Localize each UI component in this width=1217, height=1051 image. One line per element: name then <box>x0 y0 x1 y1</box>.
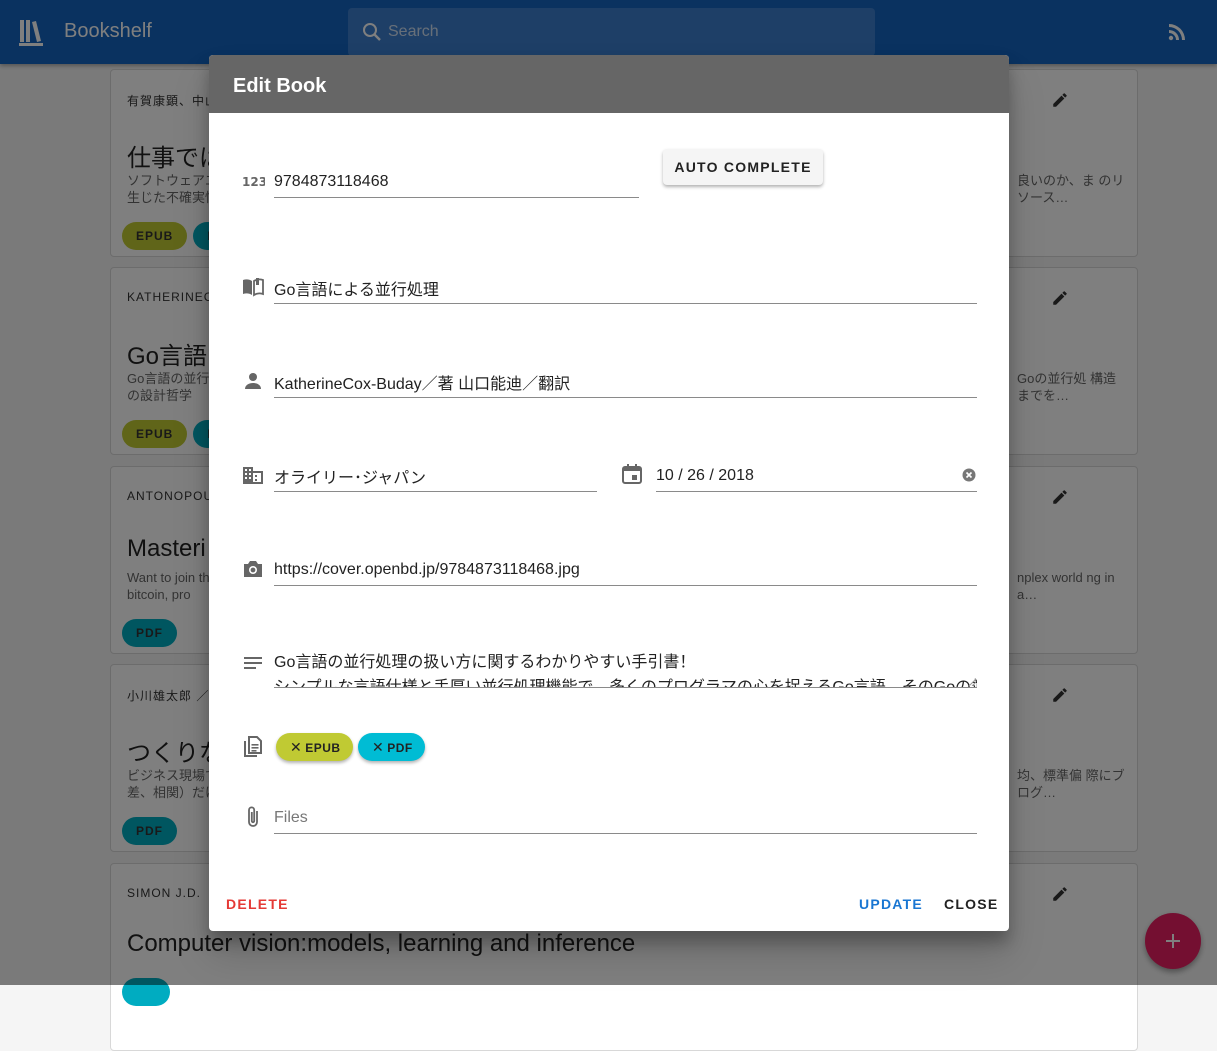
update-button[interactable]: UPDATE <box>859 896 923 912</box>
business-icon <box>243 467 263 484</box>
person-icon <box>245 373 261 389</box>
dialog-title: Edit Book <box>233 75 327 97</box>
svg-text:123: 123 <box>242 175 265 189</box>
close-button[interactable]: CLOSE <box>944 896 998 912</box>
title-field[interactable] <box>274 275 977 304</box>
cover-url-input[interactable] <box>274 557 977 583</box>
publisher-input[interactable] <box>274 463 597 489</box>
resize-handle-icon[interactable] <box>968 678 976 686</box>
title-input[interactable] <box>274 275 977 301</box>
isbn-field[interactable] <box>274 169 639 198</box>
calendar-icon <box>622 464 642 484</box>
publisher-field[interactable] <box>274 463 597 492</box>
chip-label: EPUB <box>305 741 341 755</box>
book-open-icon <box>243 278 264 297</box>
description-line: シンプルな言語仕様と手厚い並行処理機能で、多くのプログラマの心を捉えるGo言語。… <box>274 679 977 688</box>
chip-label: PDF <box>387 741 413 755</box>
attachment-icon <box>248 806 258 827</box>
description-field[interactable]: Go言語の並行処理の扱い方に関するわかりやすい手引書！ シンプルな言語仕様と手厚… <box>274 650 977 688</box>
dialog-header: Edit Book <box>209 55 1009 113</box>
author-input[interactable] <box>274 369 977 395</box>
edit-book-dialog: Edit Book 123 AUTO COMPLETE <box>209 55 1009 931</box>
cover-url-field[interactable] <box>274 557 977 586</box>
publish-date-field[interactable] <box>656 463 977 492</box>
file-copy-icon <box>244 736 262 757</box>
notes-icon <box>244 657 262 669</box>
files-field[interactable] <box>274 805 977 834</box>
camera-icon <box>244 561 262 577</box>
epub-format-chip[interactable]: ✕ EPUB <box>276 733 353 761</box>
author-field[interactable] <box>274 369 977 398</box>
files-input[interactable] <box>274 805 977 831</box>
description-line: Go言語の並行処理の扱い方に関するわかりやすい手引書！ <box>274 654 696 671</box>
isbn-input[interactable] <box>274 169 639 195</box>
publish-date-input[interactable] <box>656 463 946 489</box>
auto-complete-button[interactable]: AUTO COMPLETE <box>663 149 823 185</box>
numbers-icon: 123 <box>242 175 265 189</box>
remove-icon[interactable]: ✕ <box>372 733 384 761</box>
remove-icon[interactable]: ✕ <box>290 733 302 761</box>
clear-date-icon[interactable] <box>962 468 976 482</box>
delete-button[interactable]: DELETE <box>226 896 289 912</box>
pdf-format-chip[interactable]: ✕ PDF <box>358 733 425 761</box>
